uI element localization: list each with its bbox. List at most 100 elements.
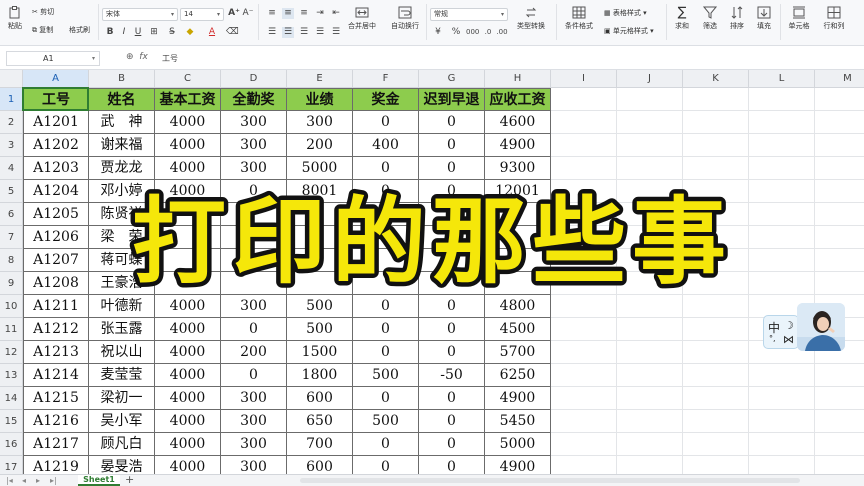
- table-cell[interactable]: [155, 226, 221, 249]
- table-cell[interactable]: 0: [419, 318, 485, 341]
- align-bottom-icon[interactable]: ≡: [298, 8, 310, 19]
- table-header-cell[interactable]: 迟到早退: [419, 88, 485, 111]
- table-cell[interactable]: [221, 272, 287, 295]
- underline-icon[interactable]: U: [132, 27, 144, 38]
- table-cell[interactable]: 300: [221, 387, 287, 410]
- row-header[interactable]: 17: [0, 456, 23, 474]
- table-cell[interactable]: 4000: [155, 410, 221, 433]
- table-cell[interactable]: 4000: [155, 318, 221, 341]
- indent-icon[interactable]: ⇥: [314, 8, 326, 19]
- decrease-font-icon[interactable]: A⁻: [242, 8, 254, 19]
- zoom-icon[interactable]: ⊕: [126, 52, 134, 62]
- justify-icon[interactable]: ☰: [314, 27, 326, 38]
- row-header[interactable]: 11: [0, 318, 23, 341]
- table-cell[interactable]: [155, 203, 221, 226]
- increase-font-icon[interactable]: A⁺: [228, 8, 240, 19]
- table-cell[interactable]: 5450: [485, 410, 551, 433]
- align-right-icon[interactable]: ☰: [298, 27, 310, 38]
- table-header-cell[interactable]: 全勤奖: [221, 88, 287, 111]
- first-sheet-icon[interactable]: |◂: [6, 475, 13, 486]
- table-cell[interactable]: 0: [353, 341, 419, 364]
- row-header[interactable]: 7: [0, 226, 23, 249]
- table-cell[interactable]: 0: [419, 134, 485, 157]
- table-cell[interactable]: 0: [353, 318, 419, 341]
- table-cell[interactable]: 0: [353, 295, 419, 318]
- wrap-text-button[interactable]: 自动换行: [387, 6, 423, 31]
- table-cell[interactable]: 4000: [155, 180, 221, 203]
- table-header-cell[interactable]: 奖金: [353, 88, 419, 111]
- row-col-button[interactable]: 行和列: [818, 6, 850, 31]
- table-cell[interactable]: 5700: [485, 341, 551, 364]
- table-cell[interactable]: A1215: [23, 387, 89, 410]
- table-cell[interactable]: 300: [221, 456, 287, 474]
- merge-center-button[interactable]: 合并居中: [345, 6, 379, 31]
- percent-icon[interactable]: %: [450, 27, 462, 38]
- column-header[interactable]: H: [485, 70, 551, 88]
- table-cell[interactable]: 0: [221, 180, 287, 203]
- row-header[interactable]: 13: [0, 364, 23, 387]
- outdent-icon[interactable]: ⇤: [330, 8, 342, 19]
- table-cell[interactable]: A1201: [23, 111, 89, 134]
- table-cell[interactable]: 4900: [485, 134, 551, 157]
- table-cell[interactable]: 0: [419, 433, 485, 456]
- table-cell[interactable]: 张玉露: [89, 318, 155, 341]
- table-cell[interactable]: 4000: [155, 387, 221, 410]
- sum-button[interactable]: ∑ 求和: [670, 6, 694, 31]
- row-header[interactable]: 10: [0, 295, 23, 318]
- column-header[interactable]: E: [287, 70, 353, 88]
- table-cell[interactable]: 麦莹莹: [89, 364, 155, 387]
- table-cell[interactable]: 1800: [287, 364, 353, 387]
- table-cell[interactable]: 300: [221, 134, 287, 157]
- row-header[interactable]: 16: [0, 433, 23, 456]
- column-header[interactable]: L: [749, 70, 815, 88]
- table-cell[interactable]: 4000: [155, 134, 221, 157]
- table-cell[interactable]: 3: [221, 249, 287, 272]
- table-cell[interactable]: 0: [419, 111, 485, 134]
- table-cell[interactable]: 王豪浩: [89, 272, 155, 295]
- table-cell[interactable]: 300: [221, 295, 287, 318]
- eraser-icon[interactable]: ⌫: [226, 27, 239, 38]
- column-header[interactable]: M: [815, 70, 864, 88]
- table-cell[interactable]: A1203: [23, 157, 89, 180]
- border-icon[interactable]: ⊞: [148, 27, 160, 38]
- currency-icon[interactable]: ¥: [432, 27, 444, 38]
- table-cell[interactable]: 4000: [155, 433, 221, 456]
- bold-icon[interactable]: B: [104, 27, 116, 38]
- table-cell[interactable]: [287, 203, 353, 226]
- table-cell[interactable]: 400: [353, 134, 419, 157]
- font-name-select[interactable]: 宋体 ▾: [102, 8, 178, 21]
- table-cell[interactable]: 300: [221, 433, 287, 456]
- table-cell[interactable]: [419, 272, 485, 295]
- table-cell[interactable]: 500: [287, 295, 353, 318]
- table-cell[interactable]: A1207: [23, 249, 89, 272]
- table-style-button[interactable]: ▦ 表格样式 ▾: [604, 9, 647, 18]
- table-cell[interactable]: 祝以山: [89, 341, 155, 364]
- table-cell[interactable]: [419, 226, 485, 249]
- table-cell[interactable]: 700: [287, 433, 353, 456]
- font-size-select[interactable]: 14 ▾: [180, 8, 224, 21]
- row-header[interactable]: 12: [0, 341, 23, 364]
- table-cell[interactable]: 4000: [155, 295, 221, 318]
- table-cell[interactable]: 4800: [485, 295, 551, 318]
- table-cell[interactable]: [485, 272, 551, 295]
- paste-button[interactable]: 粘贴: [4, 6, 26, 31]
- column-header[interactable]: D: [221, 70, 287, 88]
- table-header-cell[interactable]: 应收工资: [485, 88, 551, 111]
- table-header-cell[interactable]: 基本工资: [155, 88, 221, 111]
- column-header[interactable]: K: [683, 70, 749, 88]
- row-header[interactable]: 15: [0, 410, 23, 433]
- add-sheet-icon[interactable]: +: [125, 474, 134, 486]
- row-header[interactable]: 5: [0, 180, 23, 203]
- table-header-cell[interactable]: 工号: [23, 88, 89, 111]
- table-cell[interactable]: 晏旻浩: [89, 456, 155, 474]
- table-cell[interactable]: [353, 226, 419, 249]
- table-cell[interactable]: 0: [221, 364, 287, 387]
- column-header[interactable]: A: [23, 70, 89, 88]
- table-cell[interactable]: 0: [353, 456, 419, 474]
- table-cell[interactable]: -50: [419, 364, 485, 387]
- row-header[interactable]: 4: [0, 157, 23, 180]
- table-cell[interactable]: 12001: [485, 180, 551, 203]
- table-cell[interactable]: 4000: [155, 456, 221, 474]
- increase-decimal-icon[interactable]: .0: [482, 27, 494, 38]
- type-convert-button[interactable]: 类型转换: [512, 6, 550, 31]
